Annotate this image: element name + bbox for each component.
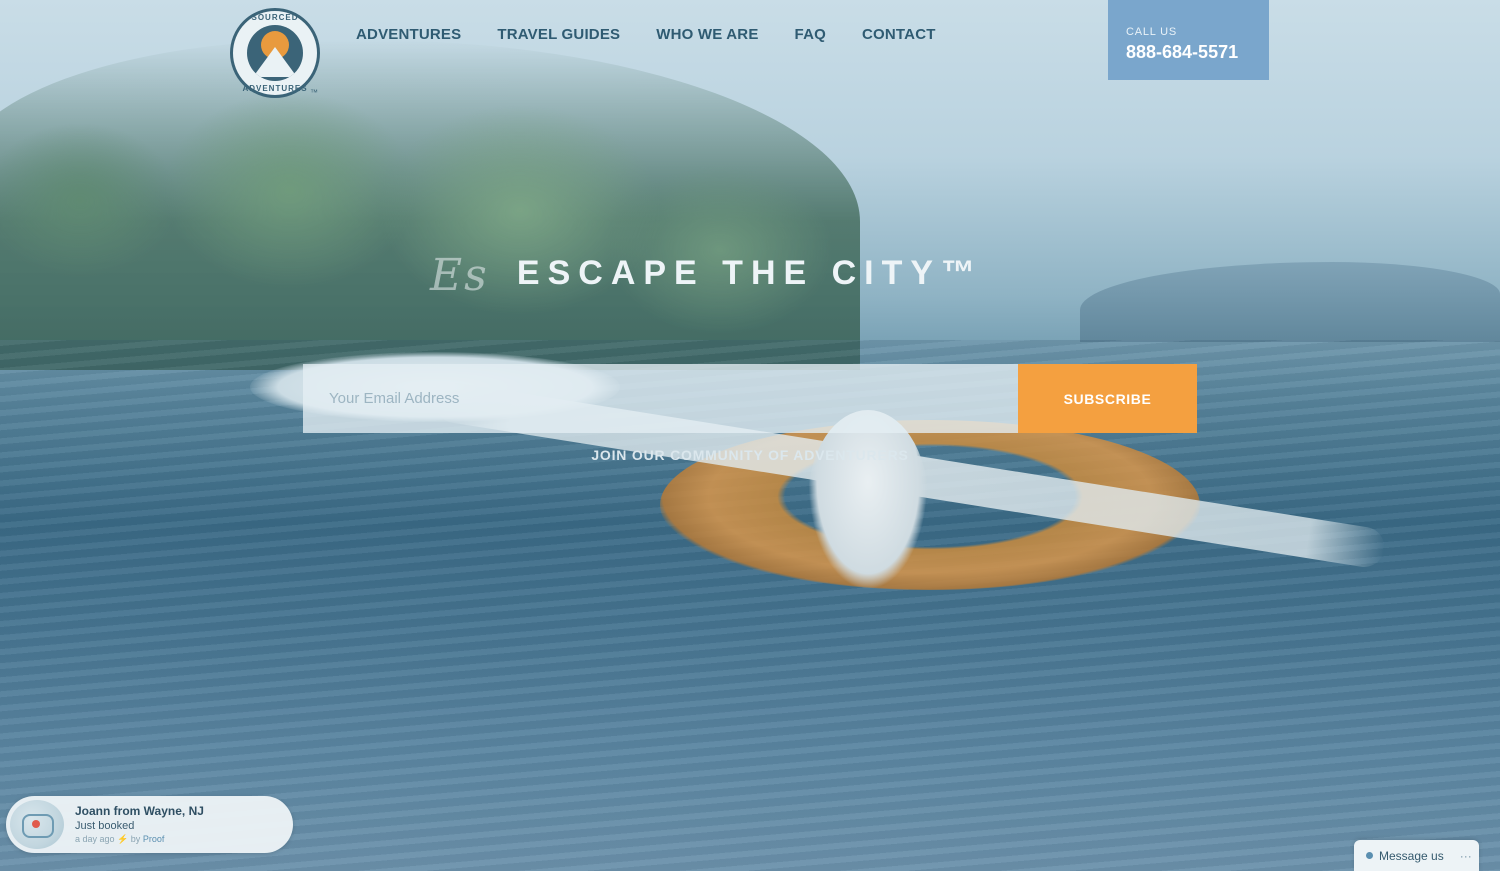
- nav-adventures[interactable]: ADVENTURES: [356, 26, 461, 43]
- nav-contact[interactable]: CONTACT: [862, 26, 936, 43]
- message-us-label: Message us: [1379, 848, 1444, 863]
- notification-by: by: [130, 834, 141, 844]
- logo-peak-icon: [253, 47, 297, 77]
- lightning-icon: ⚡: [117, 834, 129, 844]
- nav-faq[interactable]: FAQ: [795, 26, 826, 43]
- trees-background: [0, 40, 860, 370]
- notification-time: a day ago: [75, 834, 115, 844]
- phone-number[interactable]: 888-684-5571: [1126, 42, 1269, 63]
- notification-name: Joann from Wayne, NJ: [75, 804, 204, 818]
- notification-action: Just booked: [75, 820, 135, 832]
- main-nav: ADVENTURES TRAVEL GUIDES WHO WE ARE FAQ …: [356, 26, 936, 43]
- online-dot-icon: [1366, 852, 1373, 859]
- email-input[interactable]: [303, 364, 1018, 433]
- location-pin-icon: [32, 820, 40, 828]
- logo-text-top: SOURCED: [251, 13, 299, 22]
- call-us-label: CALL US: [1126, 26, 1178, 38]
- floating-person-head: [808, 410, 928, 590]
- call-us-box[interactable]: CALL US 888-684-5571: [1108, 0, 1269, 80]
- nav-travel-guides[interactable]: TRAVEL GUIDES: [497, 26, 620, 43]
- logo-mountain-icon: [247, 25, 303, 81]
- booking-notification[interactable]: Joann from Wayne, NJ Just booked a day a…: [6, 796, 293, 853]
- map-thumbnail-icon: [10, 800, 64, 849]
- more-options-icon[interactable]: ···: [1460, 849, 1472, 863]
- nav-who-we-are[interactable]: WHO WE ARE: [656, 26, 758, 43]
- hero-headline: ESCAPE THE CITY™: [516, 254, 984, 292]
- community-tagline: JOIN OUR COMMUNITY OF ADVENTURERS: [591, 447, 909, 463]
- message-us-widget[interactable]: Message us ···: [1354, 840, 1479, 871]
- logo-text-bottom: ADVENTURES: [242, 84, 308, 93]
- subscribe-button[interactable]: SUBSCRIBE: [1018, 364, 1197, 433]
- notification-meta: a day ago ⚡ by Proof: [75, 834, 164, 845]
- site-logo[interactable]: SOURCED ADVENTURES: [230, 8, 320, 98]
- proof-link[interactable]: Proof: [143, 834, 165, 844]
- hero-background: [0, 0, 1500, 871]
- logo-trademark: ™: [310, 88, 318, 97]
